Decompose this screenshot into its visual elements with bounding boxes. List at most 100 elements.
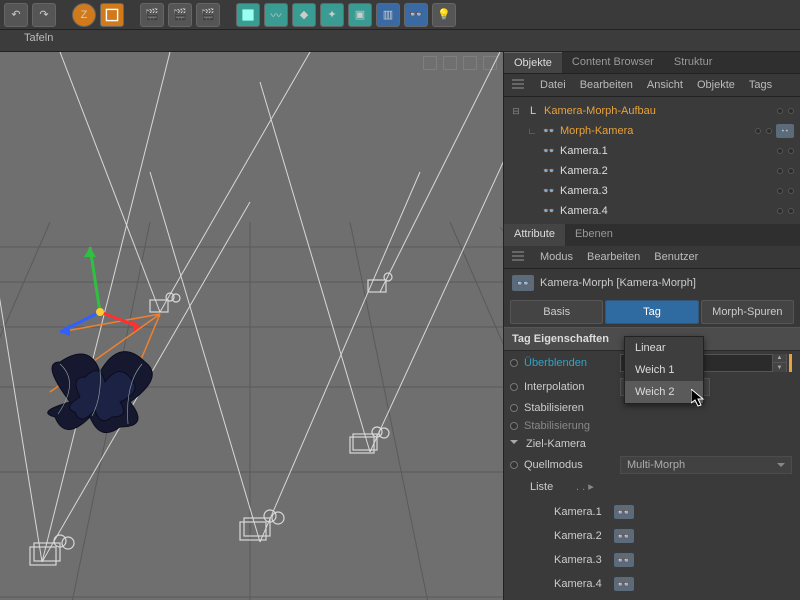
field-focus-indicator: [789, 354, 792, 372]
tab-content-browser[interactable]: Content Browser: [562, 52, 664, 73]
object-title: Kamera-Morph [Kamera-Morph]: [540, 277, 696, 289]
mode-tag[interactable]: Tag: [605, 300, 698, 324]
expand-icon[interactable]: ⊟: [510, 106, 522, 117]
tool-liveselect[interactable]: Z: [72, 3, 96, 27]
prop-liste-header: Liste . . ▸: [504, 477, 800, 496]
camera-icon: 👓: [542, 184, 556, 198]
prim-gen[interactable]: ◆: [292, 3, 316, 27]
viewport-3d[interactable]: [0, 52, 503, 600]
dropdown-option-weich2[interactable]: Weich 2: [625, 381, 703, 403]
dropdown-option-linear[interactable]: Linear: [625, 337, 703, 359]
mode-tabs: Basis Tag Morph-Spuren: [504, 297, 800, 327]
expand-icon: ∟: [526, 126, 538, 136]
quellmodus-dropdown[interactable]: Multi-Morph: [620, 456, 792, 474]
camera-icon: 👓: [614, 577, 634, 591]
tree-kamera2[interactable]: 👓 Kamera.2: [510, 161, 794, 181]
tool-redo[interactable]: ↷: [32, 3, 56, 27]
attribute-tabs: Attribute Ebenen: [504, 224, 800, 246]
prop-label: Stabilisieren: [524, 402, 614, 414]
list-label: Kamera.2: [554, 530, 602, 542]
panel-grip-icon[interactable]: [512, 251, 524, 263]
panel-grip-icon[interactable]: [512, 79, 524, 91]
attr-menu-benutzer[interactable]: Benutzer: [654, 251, 698, 263]
tree-kamera4[interactable]: 👓 Kamera.4: [510, 201, 794, 221]
null-icon: L: [526, 104, 540, 118]
keyframe-dot[interactable]: [510, 461, 518, 469]
tree-label: Kamera.3: [560, 185, 750, 197]
keyframe-dot[interactable]: [510, 404, 518, 412]
prim-spline[interactable]: 〰: [264, 3, 288, 27]
sub-toolbar: Tafeln: [0, 30, 800, 52]
mode-basis[interactable]: Basis: [510, 300, 603, 324]
object-header: 👓 Kamera-Morph [Kamera-Morph]: [504, 269, 800, 297]
keyframe-dot[interactable]: [510, 383, 518, 391]
subbar-item-tafeln[interactable]: Tafeln: [24, 32, 53, 44]
tree-label: Kamera.2: [560, 165, 750, 177]
keyframe-dot[interactable]: [510, 422, 518, 430]
tab-objects[interactable]: Objekte: [504, 52, 562, 73]
camera-icon: 👓: [542, 164, 556, 178]
dropdown-option-weich1[interactable]: Weich 1: [625, 359, 703, 381]
camera-icon: 👓: [542, 144, 556, 158]
prop-label: Stabilisierung: [524, 420, 614, 432]
tab-ebenen[interactable]: Ebenen: [565, 224, 623, 246]
prim-deform[interactable]: ▣: [348, 3, 372, 27]
object-tree[interactable]: ⊟ L Kamera-Morph-Aufbau ∟ 👓 Morph-Kamera…: [504, 97, 800, 224]
list-label: Kamera.3: [554, 554, 602, 566]
tree-kamera3[interactable]: 👓 Kamera.3: [510, 181, 794, 201]
spinner[interactable]: ▲▼: [772, 354, 786, 372]
tab-attribute[interactable]: Attribute: [504, 224, 565, 246]
attr-menu-bearbeiten[interactable]: Bearbeiten: [587, 251, 640, 263]
menu-objekte[interactable]: Objekte: [697, 79, 735, 91]
main-toolbar: ↶ ↷ Z 🎬 🎬 🎬 〰 ◆ ✦ ▣ ▥ 👓 💡: [0, 0, 800, 30]
list-item[interactable]: Kamera.4 👓: [554, 572, 800, 596]
prop-label: Quellmodus: [524, 459, 614, 471]
collapse-icon[interactable]: [510, 440, 518, 448]
menu-tags[interactable]: Tags: [749, 79, 772, 91]
tab-structure[interactable]: Struktur: [664, 52, 723, 73]
camera-icon: 👓: [614, 505, 634, 519]
list-item[interactable]: Kamera.2👓: [554, 524, 800, 548]
camera-icon: 👓: [614, 553, 634, 567]
camera-icon: 👓: [542, 204, 556, 218]
tool-cube[interactable]: [100, 3, 124, 27]
menu-datei[interactable]: Datei: [540, 79, 566, 91]
mode-morphspuren[interactable]: Morph-Spuren: [701, 300, 794, 324]
tree-kamera1[interactable]: 👓 Kamera.1: [510, 141, 794, 161]
attr-menu-modus[interactable]: Modus: [540, 251, 573, 263]
env-floor[interactable]: ▥: [376, 3, 400, 27]
tool-rendermgr[interactable]: 🎬: [196, 3, 220, 27]
tree-morph-camera[interactable]: ∟ 👓 Morph-Kamera 👓: [510, 121, 794, 141]
list-item[interactable]: Kamera.3 👓: [554, 548, 800, 572]
prop-label: Interpolation: [524, 381, 614, 393]
tool-render[interactable]: 🎬: [168, 3, 192, 27]
tool-clapper[interactable]: 🎬: [140, 3, 164, 27]
camera-icon: 👓: [542, 124, 556, 138]
prop-label: Ziel-Kamera: [526, 438, 610, 450]
prim-array[interactable]: ✦: [320, 3, 344, 27]
tree-root[interactable]: ⊟ L Kamera-Morph-Aufbau: [510, 101, 794, 121]
panel-tabs: Objekte Content Browser Struktur: [504, 52, 800, 74]
panel-menu: Datei Bearbeiten Ansicht Objekte Tags: [504, 74, 800, 97]
env-cam[interactable]: 👓: [404, 3, 428, 27]
list-label: Kamera.4: [554, 578, 602, 590]
env-light[interactable]: 💡: [432, 3, 456, 27]
interpolation-dropdown-menu[interactable]: Linear Weich 1 Weich 2: [624, 336, 704, 404]
morph-tag-icon: 👓: [512, 275, 534, 291]
menu-bearbeiten[interactable]: Bearbeiten: [580, 79, 633, 91]
menu-ansicht[interactable]: Ansicht: [647, 79, 683, 91]
keyframe-dot[interactable]: [510, 359, 518, 367]
prop-zielkamera: Ziel-Kamera: [504, 435, 800, 453]
morph-tag-icon[interactable]: 👓: [776, 124, 794, 138]
prim-cube[interactable]: [236, 3, 260, 27]
attribute-menu: Modus Bearbeiten Benutzer: [504, 246, 800, 269]
tool-undo[interactable]: ↶: [4, 3, 28, 27]
list-label: Kamera.1: [554, 506, 602, 518]
prop-quellmodus: Quellmodus Multi-Morph: [504, 453, 800, 477]
tree-label: Kamera.1: [560, 145, 750, 157]
prop-stabilisierung: Stabilisierung: [504, 417, 800, 435]
right-panel: Objekte Content Browser Struktur Datei B…: [503, 52, 800, 600]
tree-label: Kamera.4: [560, 205, 750, 217]
list-item[interactable]: Kamera.1 👓: [554, 500, 800, 524]
prop-label: Liste: [530, 481, 570, 493]
